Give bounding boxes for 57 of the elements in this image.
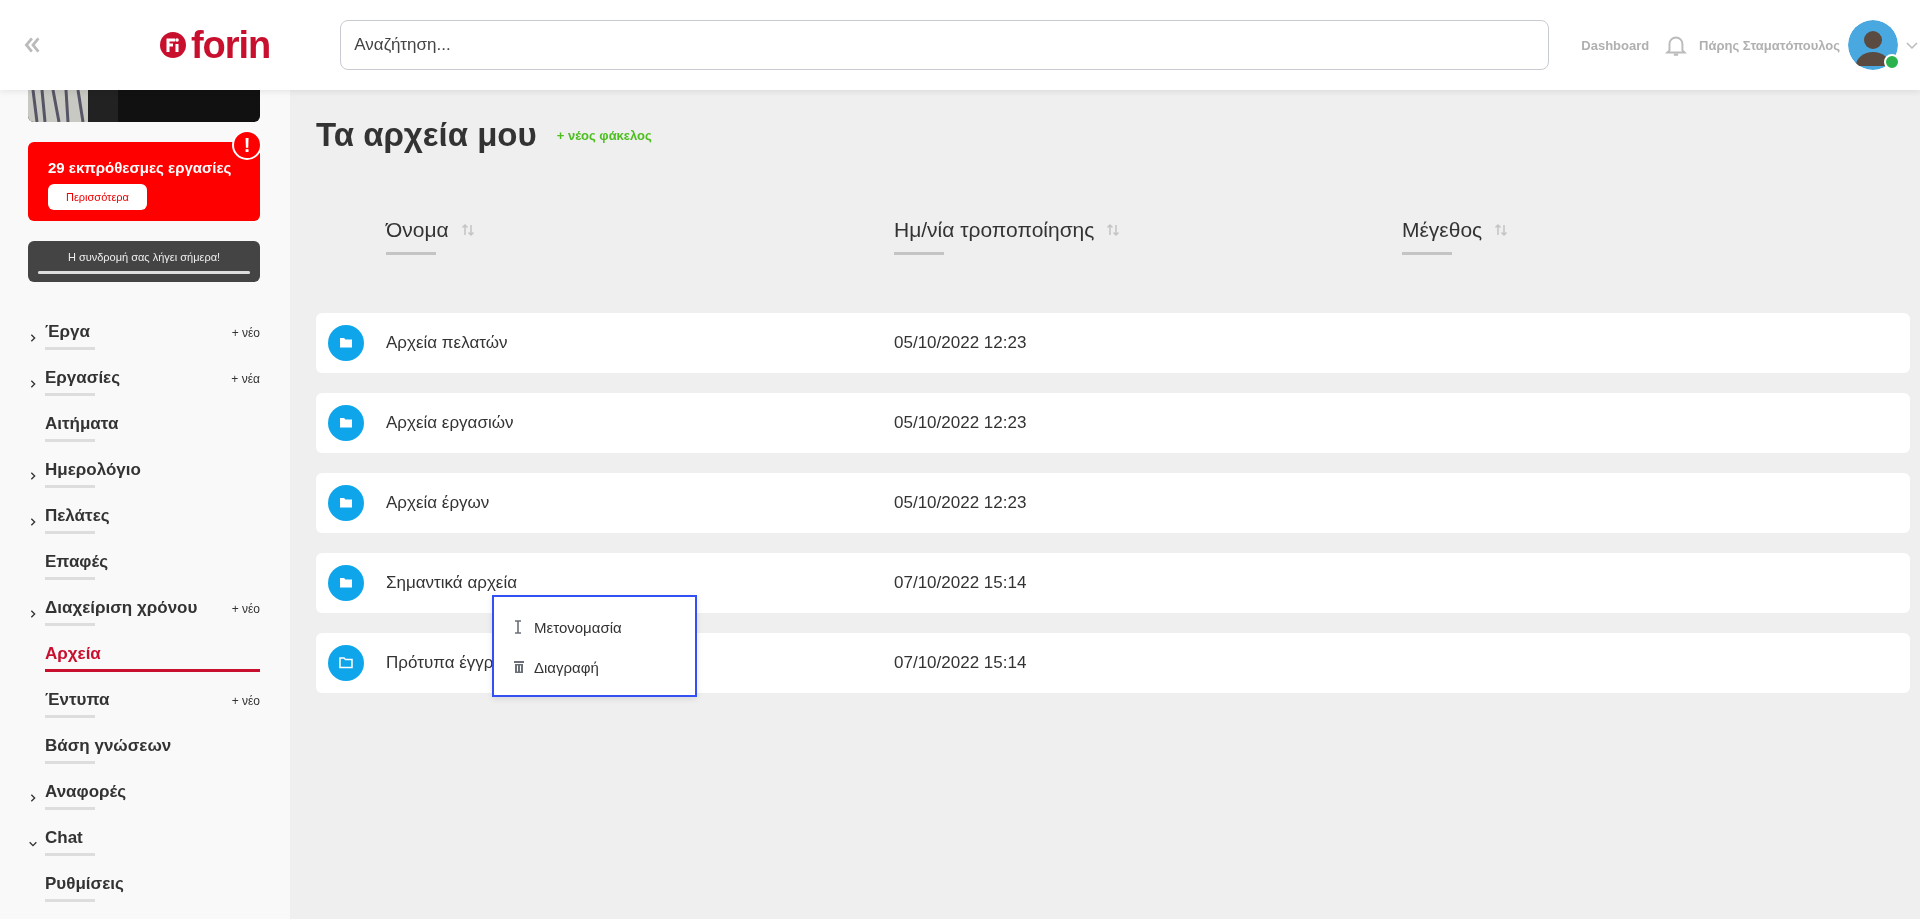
modified-date: 05/10/2022 12:23 <box>894 493 1027 513</box>
sidebar-item[interactable]: Διαχείριση χρόνου <box>45 598 232 626</box>
new-link[interactable]: + νέα <box>231 372 260 386</box>
chevron-right-icon[interactable] <box>28 793 38 803</box>
column-header[interactable]: Μέγεθος <box>1402 218 1483 242</box>
sidebar-item[interactable]: Έργα <box>45 322 232 350</box>
chevron-right-icon[interactable] <box>28 609 38 619</box>
alert-badge: ! <box>232 130 262 160</box>
folder-row[interactable]: Αρχεία έργων 05/10/2022 12:23 <box>316 473 1910 533</box>
sidebar-item[interactable]: Εργασίες <box>45 368 232 396</box>
chevron-right-icon[interactable] <box>28 517 38 527</box>
sidebar-item[interactable]: Επαφές <box>45 552 260 580</box>
sidebar-item[interactable]: Ημερολόγιο <box>45 460 260 488</box>
page-title: Τα αρχεία μου <box>316 116 537 154</box>
avatar[interactable] <box>1848 20 1899 70</box>
folder-row[interactable]: Αρχεία εργασιών 05/10/2022 12:23 <box>316 393 1910 453</box>
folder-icon <box>338 335 354 351</box>
new-link[interactable]: + νέο <box>231 602 260 616</box>
folder-name: Αρχεία πελατών <box>386 333 508 352</box>
logo[interactable]: forin <box>190 23 271 67</box>
new-link[interactable]: + νέο <box>231 694 260 708</box>
search-field[interactable]: Αναζήτηση... <box>340 20 1550 70</box>
logo-icon <box>158 31 187 59</box>
sidebar-item[interactable]: Αναφορές <box>45 782 260 810</box>
sidebar-item[interactable]: Chat <box>45 828 260 856</box>
sidebar-item[interactable]: Ρυθμίσεις <box>45 874 260 902</box>
chevron-right-icon[interactable] <box>28 379 38 389</box>
new-link[interactable]: + νέο <box>231 326 260 340</box>
folder-icon <box>338 495 354 511</box>
sidebar-item[interactable]: Πελάτες <box>45 506 260 534</box>
chevron-right-icon[interactable] <box>28 333 38 343</box>
modified-date: 07/10/2022 15:14 <box>894 653 1027 673</box>
menu-item[interactable]: Διαγραφή <box>494 647 695 687</box>
sidebar-item[interactable]: Έντυπα <box>45 690 232 718</box>
sidebar-item[interactable]: Αρχεία <box>45 644 260 672</box>
modified-date: 05/10/2022 12:23 <box>894 333 1027 353</box>
modified-date: 07/10/2022 15:14 <box>894 573 1027 593</box>
sidebar-item[interactable]: Βάση γνώσεων <box>45 736 260 764</box>
sidebar-item[interactable]: Αιτήματα <box>45 414 260 442</box>
alert-text: 29 εκπρόθεσμες εργασίες <box>48 159 233 176</box>
folder-name: Αρχεία έργων <box>386 493 490 512</box>
column-header[interactable]: Ημ/νία τροποποίησης <box>894 218 1095 242</box>
column-header[interactable]: Όνομα <box>386 218 449 242</box>
folder-name: Σημαντικά αρχεία <box>386 573 518 592</box>
chevron-down-icon[interactable] <box>28 839 38 849</box>
folder-row[interactable]: Αρχεία πελατών 05/10/2022 12:23 <box>316 313 1910 373</box>
folder-icon <box>338 655 354 671</box>
folder-icon <box>338 415 354 431</box>
folder-row[interactable]: Σημαντικά αρχεία 07/10/2022 15:14 <box>316 553 1910 613</box>
folder-icon <box>338 575 354 591</box>
trash-icon <box>512 659 526 675</box>
subscription-text: Η συνδρομή σας λήγει σήμερα! <box>66 251 222 263</box>
more-button[interactable]: Περισσότερα <box>48 184 147 210</box>
chevron-right-icon[interactable] <box>28 471 38 481</box>
folder-name: Αρχεία εργασιών <box>386 413 514 432</box>
modified-date: 05/10/2022 12:23 <box>894 413 1027 433</box>
folder-name: Πρότυπα έγγρ <box>386 653 494 672</box>
